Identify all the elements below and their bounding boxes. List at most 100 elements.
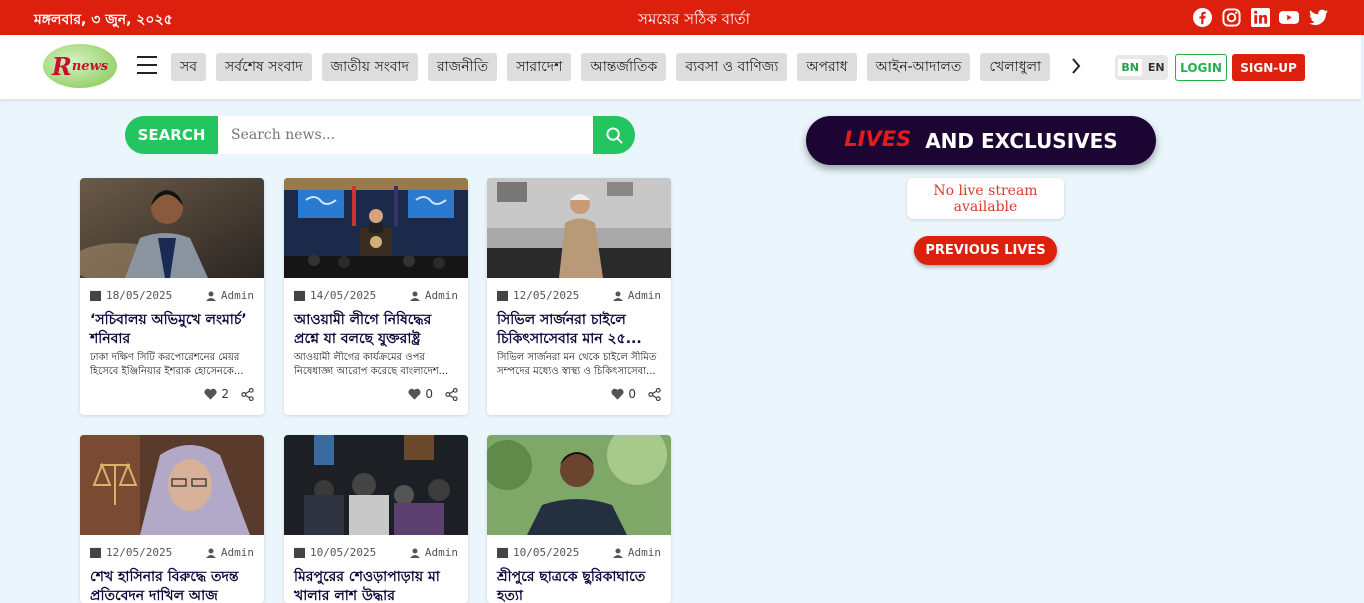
- menu-icon[interactable]: [137, 56, 157, 74]
- card-meta: 10/05/2025 Admin: [497, 546, 661, 559]
- news-title[interactable]: মিরপুরের শেওড়াপাড়ায় মা খালার লাশ উদ্ধ…: [294, 568, 460, 603]
- post-author: Admin: [220, 289, 254, 302]
- news-thumbnail[interactable]: [80, 178, 264, 283]
- post-date: 10/05/2025: [513, 546, 580, 559]
- news-card[interactable]: 12/05/2025 Admin শেখ হাসিনার বিরুদ্ধে তদ…: [80, 435, 264, 603]
- main-navbar: R news সব সর্বশেষ সংবাদ জাতীয় সংবাদ রাজ…: [0, 35, 1361, 99]
- user-icon: [612, 291, 623, 301]
- share-icon[interactable]: [445, 387, 458, 401]
- category-crime[interactable]: অপরাধ: [797, 53, 857, 81]
- like-count: 0: [425, 387, 433, 401]
- user-icon: [205, 548, 216, 558]
- user-icon: [612, 548, 623, 558]
- search-input[interactable]: [218, 116, 593, 154]
- news-excerpt: আওয়ামী লীগের কার্যক্রমের ওপর নিষেধাজ্ঞা…: [294, 352, 449, 377]
- card-meta: 14/05/2025 Admin: [294, 289, 458, 302]
- calendar-icon: [294, 290, 305, 301]
- user-icon: [409, 291, 420, 301]
- exclusives-label: AND EXCLUSIVES: [925, 128, 1118, 153]
- news-thumbnail[interactable]: [284, 435, 468, 535]
- news-thumbnail[interactable]: [487, 178, 671, 278]
- post-author: Admin: [627, 546, 661, 559]
- card-actions: 0: [611, 387, 661, 401]
- live-banner[interactable]: LIVES AND EXCLUSIVES: [806, 116, 1156, 165]
- logo-word: news: [71, 58, 109, 74]
- search-button[interactable]: [593, 116, 635, 154]
- news-title[interactable]: ‘সচিবালয় অভিমুখে লংমার্চ’ শনিবার: [90, 311, 256, 349]
- news-thumbnail[interactable]: [487, 435, 671, 535]
- share-icon[interactable]: [241, 387, 254, 401]
- card-meta: 12/05/2025 Admin: [497, 289, 661, 302]
- previous-lives-button[interactable]: PREVIOUS LIVES: [914, 236, 1057, 265]
- news-title[interactable]: সিভিল সার্জনরা চাইলে চিকিৎসাসেবার মান ২৫…: [497, 311, 663, 349]
- instagram-icon[interactable]: [1221, 7, 1241, 27]
- linkedin-icon[interactable]: [1250, 7, 1270, 27]
- calendar-icon: [90, 547, 101, 558]
- news-thumbnail[interactable]: [80, 435, 264, 535]
- signup-button[interactable]: SIGN-UP: [1232, 54, 1305, 81]
- like-button[interactable]: 0: [408, 387, 433, 401]
- card-meta: 12/05/2025 Admin: [90, 546, 254, 559]
- post-date: 18/05/2025: [106, 289, 173, 302]
- lang-en[interactable]: EN: [1148, 61, 1165, 74]
- like-button[interactable]: 0: [611, 387, 636, 401]
- news-card[interactable]: 10/05/2025 Admin মিরপুরের শেওড়াপাড়ায় …: [284, 435, 468, 603]
- no-live-message: No live stream available: [907, 178, 1064, 219]
- top-bar: মঙ্গলবার, ৩ জুন, ২০২৫ সময়ের সঠিক বার্তা: [0, 0, 1364, 35]
- post-author: Admin: [627, 289, 661, 302]
- category-national[interactable]: জাতীয় সংবাদ: [321, 53, 418, 81]
- language-toggle[interactable]: BN EN: [1115, 55, 1168, 80]
- category-business[interactable]: ব্যবসা ও বাণিজ্য: [676, 53, 788, 81]
- like-count: 0: [628, 387, 636, 401]
- category-latest[interactable]: সর্বশেষ সংবাদ: [216, 53, 312, 81]
- calendar-icon: [90, 290, 101, 301]
- category-tabs: সব সর্বশেষ সংবাদ জাতীয় সংবাদ রাজনীতি সা…: [171, 53, 1058, 81]
- chevron-right-icon[interactable]: [1068, 56, 1084, 76]
- lives-label: LIVES: [844, 126, 912, 151]
- heart-icon: [204, 388, 217, 400]
- category-international[interactable]: আন্তর্জাতিক: [581, 53, 667, 81]
- category-countrywide[interactable]: সারাদেশ: [507, 53, 572, 81]
- category-all[interactable]: সব: [171, 53, 207, 81]
- news-card[interactable]: 18/05/2025 Admin ‘সচিবালয় অভিমুখে লংমার…: [80, 178, 264, 415]
- category-politics[interactable]: রাজনীতি: [427, 53, 498, 81]
- news-title[interactable]: শেখ হাসিনার বিরুদ্ধে তদন্ত প্রতিবেদন দাখ…: [90, 568, 256, 603]
- user-icon: [205, 291, 216, 301]
- like-count: 2: [221, 387, 229, 401]
- card-meta: 18/05/2025 Admin: [90, 289, 254, 302]
- facebook-icon[interactable]: [1192, 7, 1212, 27]
- category-law-court[interactable]: আইন-আদালত: [866, 53, 971, 81]
- search-label: SEARCH: [125, 116, 218, 154]
- category-sports[interactable]: খেলাধুলা: [980, 53, 1051, 81]
- share-icon[interactable]: [648, 387, 661, 401]
- social-links: [1192, 7, 1328, 27]
- news-title[interactable]: শ্রীপুরে ছাত্রকে ছুরিকাঘাতে হত্যা: [497, 568, 663, 603]
- card-meta: 10/05/2025 Admin: [294, 546, 458, 559]
- logo-letter: R: [51, 51, 72, 81]
- news-card[interactable]: 14/05/2025 Admin আওয়ামী লীগে নিষিদ্ধের …: [284, 178, 468, 415]
- news-card[interactable]: 10/05/2025 Admin শ্রীপুরে ছাত্রকে ছুরিকা…: [487, 435, 671, 603]
- site-slogan: সময়ের সঠিক বার্তা: [638, 10, 750, 28]
- youtube-icon[interactable]: [1279, 7, 1299, 27]
- post-date: 14/05/2025: [310, 289, 377, 302]
- login-button[interactable]: LOGIN: [1175, 54, 1227, 81]
- user-icon: [409, 548, 420, 558]
- card-actions: 2: [204, 387, 254, 401]
- site-logo[interactable]: R news: [43, 44, 117, 88]
- news-title[interactable]: আওয়ামী লীগে নিষিদ্ধের প্রশ্নে যা বলছে য…: [294, 311, 460, 349]
- lang-bn[interactable]: BN: [1118, 59, 1142, 76]
- twitter-icon[interactable]: [1308, 7, 1328, 27]
- calendar-icon: [497, 547, 508, 558]
- card-actions: 0: [408, 387, 458, 401]
- post-author: Admin: [424, 289, 458, 302]
- post-author: Admin: [220, 546, 254, 559]
- like-button[interactable]: 2: [204, 387, 229, 401]
- news-excerpt: ঢাকা দক্ষিণ সিটি করপোরেশনের মেয়র হিসেবে…: [90, 352, 244, 377]
- heart-icon: [408, 388, 421, 400]
- post-date: 12/05/2025: [513, 289, 580, 302]
- news-card[interactable]: 12/05/2025 Admin সিভিল সার্জনরা চাইলে চি…: [487, 178, 671, 415]
- calendar-icon: [294, 547, 305, 558]
- search-bar: SEARCH: [125, 116, 635, 154]
- news-thumbnail[interactable]: [284, 178, 468, 278]
- post-author: Admin: [424, 546, 458, 559]
